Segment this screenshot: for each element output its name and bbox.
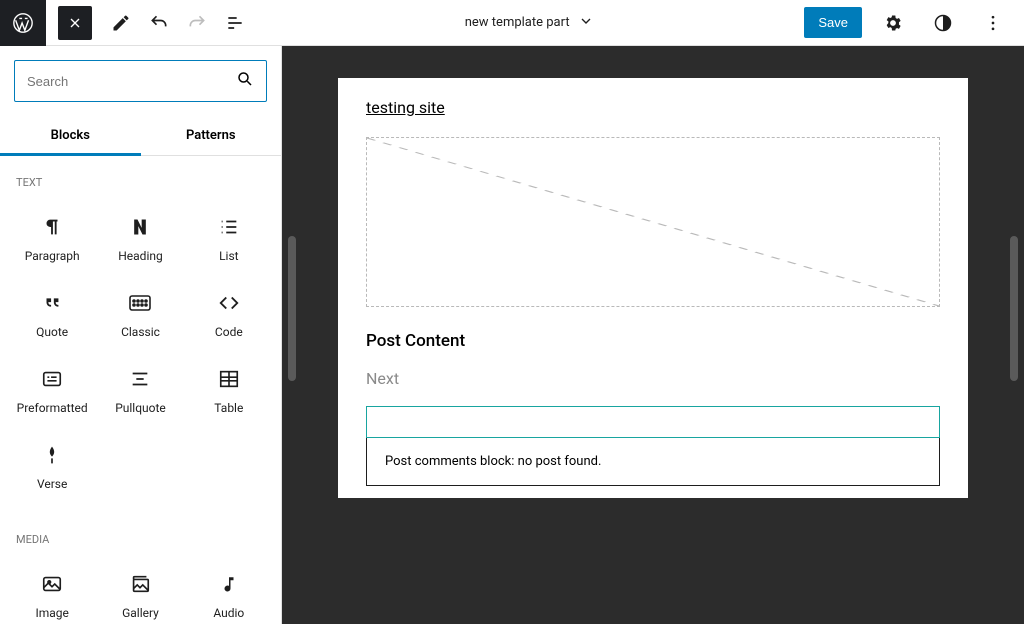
tab-blocks[interactable]: Blocks xyxy=(0,116,141,155)
top-bar: new template part Save xyxy=(0,0,1024,46)
category-label-media: MEDIA xyxy=(0,513,281,554)
block-label: Paragraph xyxy=(25,249,80,263)
chevron-down-icon xyxy=(578,13,594,33)
canvas-scrollbar-left[interactable] xyxy=(288,236,296,381)
category-label-text: TEXT xyxy=(0,156,281,197)
block-table[interactable]: Table xyxy=(185,353,273,429)
post-content-heading[interactable]: Post Content xyxy=(366,331,940,351)
canvas-scrollbar-right[interactable] xyxy=(1010,236,1018,381)
search-input-wrapper[interactable] xyxy=(14,60,267,102)
selected-block[interactable] xyxy=(366,406,940,438)
block-classic[interactable]: Classic xyxy=(96,277,184,353)
edit-icon[interactable] xyxy=(106,8,136,38)
document-outline-icon[interactable] xyxy=(220,8,250,38)
site-title-block[interactable]: testing site xyxy=(366,98,940,117)
block-image[interactable]: Image xyxy=(8,558,96,624)
save-button[interactable]: Save xyxy=(804,7,862,38)
block-audio[interactable]: Audio xyxy=(185,558,273,624)
block-label: Table xyxy=(214,401,243,415)
post-comments-block[interactable]: Post comments block: no post found. xyxy=(366,438,940,486)
block-heading[interactable]: Heading xyxy=(96,201,184,277)
document-title: new template part xyxy=(465,15,570,30)
block-label: Classic xyxy=(121,325,160,339)
block-label: Heading xyxy=(118,249,163,263)
preformatted-icon xyxy=(41,367,63,391)
table-icon xyxy=(218,367,240,391)
block-label: Code xyxy=(215,325,243,339)
wordpress-logo-icon[interactable] xyxy=(0,0,46,46)
quote-icon xyxy=(41,291,63,315)
block-label: Verse xyxy=(37,477,67,491)
block-label: List xyxy=(219,249,239,263)
page-frame[interactable]: testing site Post Content Next Post comm… xyxy=(338,78,968,498)
undo-icon[interactable] xyxy=(144,8,174,38)
close-inserter-button[interactable] xyxy=(58,6,92,40)
block-inserter-sidebar: Blocks Patterns TEXT Paragraph Heading L… xyxy=(0,46,282,624)
styles-icon[interactable] xyxy=(928,8,958,38)
block-label: Quote xyxy=(36,325,68,339)
block-gallery[interactable]: Gallery xyxy=(96,558,184,624)
block-label: Audio xyxy=(213,606,244,620)
block-preformatted[interactable]: Preformatted xyxy=(8,353,96,429)
redo-icon xyxy=(182,8,212,38)
tab-patterns[interactable]: Patterns xyxy=(141,116,282,155)
settings-icon[interactable] xyxy=(878,8,908,38)
audio-icon xyxy=(220,572,238,596)
block-pullquote[interactable]: Pullquote xyxy=(96,353,184,429)
list-icon xyxy=(218,215,240,239)
featured-image-placeholder[interactable] xyxy=(366,137,940,307)
document-title-area[interactable]: new template part xyxy=(254,13,804,33)
block-quote[interactable]: Quote xyxy=(8,277,96,353)
block-label: Preformatted xyxy=(17,401,88,415)
comments-message: Post comments block: no post found. xyxy=(385,454,601,469)
block-label: Pullquote xyxy=(115,401,166,415)
image-icon xyxy=(41,572,63,596)
block-label: Gallery xyxy=(122,606,159,620)
verse-icon xyxy=(42,443,62,467)
next-post-link[interactable]: Next xyxy=(366,369,940,388)
pullquote-icon xyxy=(129,367,151,391)
search-icon xyxy=(236,70,254,92)
paragraph-icon xyxy=(41,215,63,239)
search-input[interactable] xyxy=(27,74,236,89)
block-label: Image xyxy=(35,606,68,620)
block-code[interactable]: Code xyxy=(185,277,273,353)
more-options-icon[interactable] xyxy=(978,8,1008,38)
editor-canvas: testing site Post Content Next Post comm… xyxy=(282,46,1024,624)
classic-icon xyxy=(128,291,152,315)
code-icon xyxy=(218,291,240,315)
gallery-icon xyxy=(129,572,151,596)
block-list[interactable]: List xyxy=(185,201,273,277)
heading-icon xyxy=(130,215,150,239)
block-paragraph[interactable]: Paragraph xyxy=(8,201,96,277)
block-verse[interactable]: Verse xyxy=(8,429,96,505)
